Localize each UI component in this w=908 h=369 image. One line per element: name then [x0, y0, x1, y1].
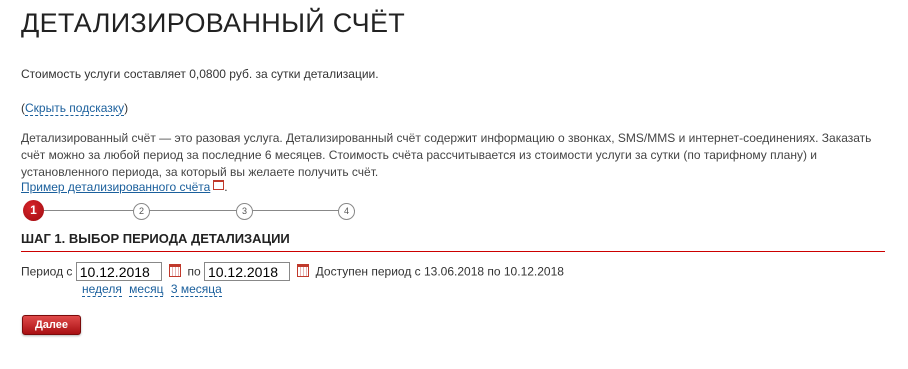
step-progress: 1 2 3 4 — [23, 200, 363, 222]
period-to-label: по — [187, 264, 201, 279]
month-link[interactable]: месяц — [129, 282, 164, 297]
date-from-input[interactable] — [75, 262, 162, 281]
hint-text: Детализированный счёт — это разовая услу… — [21, 131, 872, 179]
new-window-icon[interactable] — [213, 180, 225, 190]
period-from-label: Период с — [21, 264, 73, 279]
close-paren: ) — [124, 101, 129, 115]
example-link-row: Пример детализированного счёта. — [21, 180, 228, 194]
step-1: 1 — [23, 200, 44, 221]
next-button[interactable]: Далее — [22, 315, 81, 335]
step-heading: ШАГ 1. ВЫБОР ПЕРИОДА ДЕТАЛИЗАЦИИ — [21, 231, 885, 252]
step-line — [33, 210, 355, 211]
week-link[interactable]: неделя — [82, 282, 122, 297]
period-row: Период с по Доступен период с 13.06.2018… — [21, 262, 564, 281]
step-3: 3 — [236, 203, 253, 220]
page-title: ДЕТАЛИЗИРОВАННЫЙ СЧЁТ — [21, 8, 406, 38]
example-suffix: . — [224, 180, 228, 194]
calendar-icon[interactable] — [297, 264, 310, 277]
step-4: 4 — [338, 203, 355, 220]
hide-hint-link[interactable]: Скрыть подсказку — [25, 101, 125, 116]
service-cost-text: Стоимость услуги составляет 0,0800 руб. … — [21, 67, 379, 81]
calendar-icon[interactable] — [169, 264, 182, 277]
hint-toggle: (Скрыть подсказку) — [21, 101, 129, 116]
quick-period-links: неделя месяц 3 месяца — [82, 282, 226, 297]
step-2: 2 — [133, 203, 150, 220]
available-period-text: Доступен период с 13.06.2018 по 10.12.20… — [315, 264, 564, 279]
date-to-input[interactable] — [203, 262, 290, 281]
example-bill-link[interactable]: Пример детализированного счёта — [21, 180, 210, 194]
three-months-link[interactable]: 3 месяца — [170, 282, 222, 297]
